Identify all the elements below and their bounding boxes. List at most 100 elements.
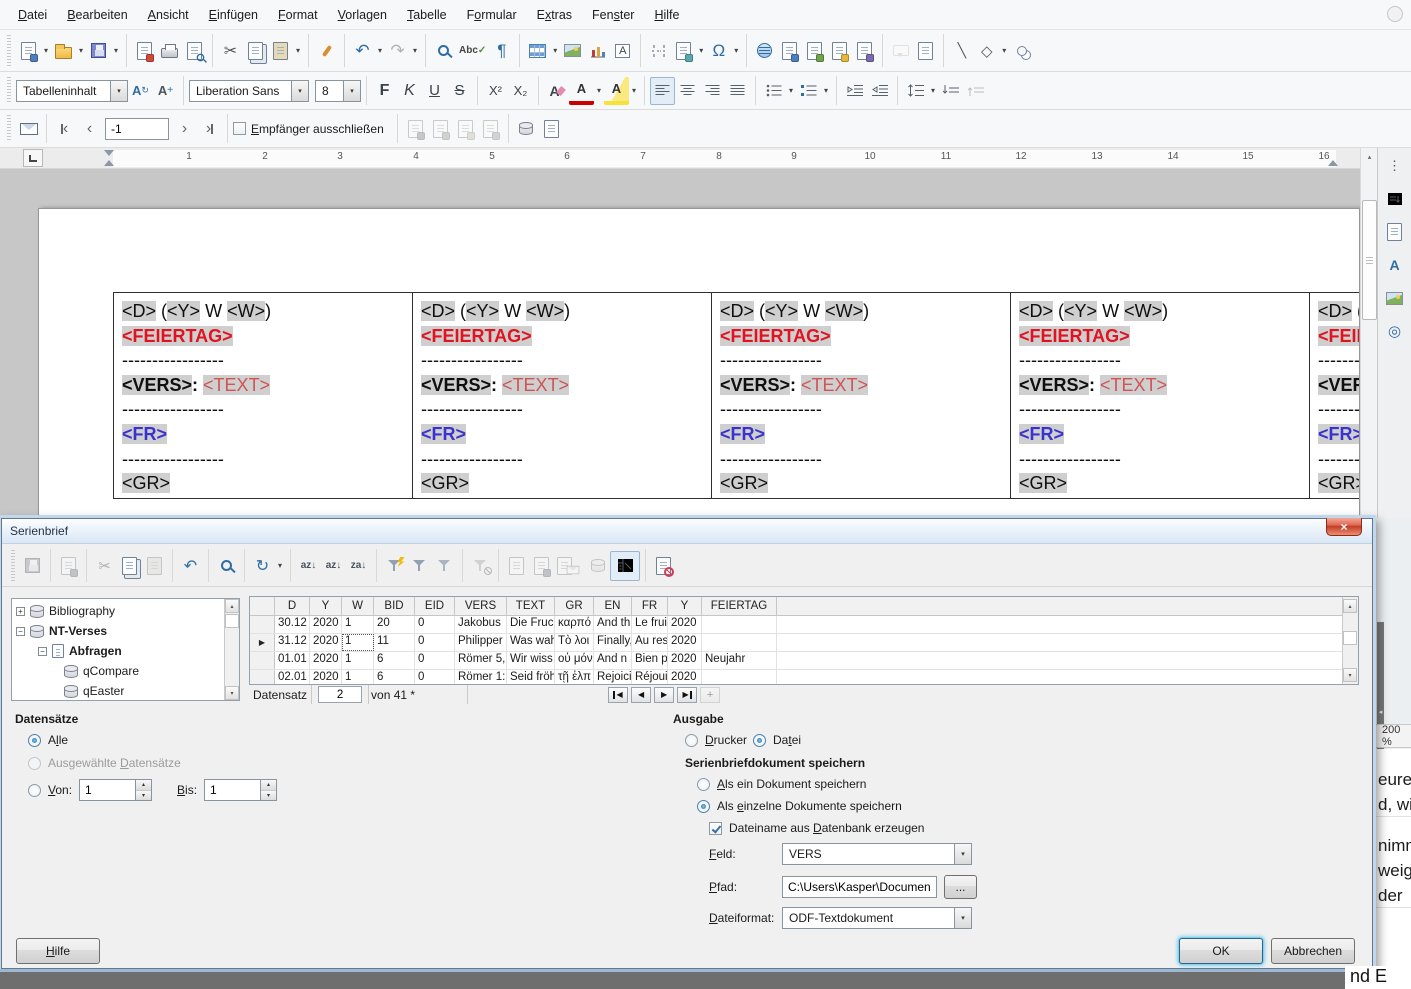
field-FEIERTAG[interactable]: <FEIERTAG>	[122, 326, 233, 346]
line-spacing-dropdown[interactable]: ▾	[928, 77, 938, 105]
field-D[interactable]: <D>	[421, 301, 455, 321]
save-record-icon[interactable]	[20, 552, 45, 580]
document-page[interactable]: <D> (<Y> W <W>) <FEIERTAG> -------------…	[38, 208, 1360, 518]
menu-vorlagen[interactable]: Vorlagen	[328, 4, 397, 26]
sidebar-navigator-icon[interactable]: ◎	[1380, 316, 1410, 346]
column-header[interactable]: FEIERTAG	[702, 597, 777, 615]
new-document-icon[interactable]	[16, 37, 41, 65]
scrollbar-thumb[interactable]	[225, 614, 239, 628]
from-input[interactable]	[79, 779, 136, 801]
merge-cell[interactable]: <D> (<Y> W <W>) <FEIERTAG> -------------…	[413, 293, 712, 498]
refresh-icon[interactable]: ↻	[250, 552, 275, 580]
spin-up-icon[interactable]: ▴	[261, 780, 276, 791]
print-icon[interactable]	[157, 37, 182, 65]
field-D[interactable]: <D>	[1019, 301, 1053, 321]
refresh-dropdown[interactable]: ▾	[275, 552, 285, 580]
insert-table-icon[interactable]	[525, 37, 550, 65]
insert-bookmark-icon[interactable]	[827, 37, 852, 65]
file-format-combo[interactable]: ODF-Textdokument▾	[782, 907, 972, 929]
paste-icon[interactable]	[142, 552, 167, 580]
previous-record-icon[interactable]: ‹	[77, 115, 102, 143]
insert-textbox-icon[interactable]: A	[610, 37, 635, 65]
last-record-icon[interactable]: ›	[197, 115, 222, 143]
font-color-icon[interactable]: A	[569, 77, 594, 105]
scroll-down-icon[interactable]: ▾	[1343, 668, 1357, 682]
row-header[interactable]	[250, 670, 275, 685]
exchange-database-icon[interactable]	[539, 115, 564, 143]
first-line-indent-marker[interactable]	[104, 150, 114, 156]
insert-endnote-icon[interactable]	[802, 37, 827, 65]
merge-cell[interactable]: <D> (<Y> W <W>) <FEIERTAG> -------------…	[114, 293, 413, 498]
data-to-text-icon[interactable]	[504, 552, 529, 580]
field-W[interactable]: <W>	[825, 301, 863, 321]
print-merged-documents-icon[interactable]	[453, 115, 478, 143]
radio-icon[interactable]	[697, 778, 710, 791]
highlight-color-dropdown[interactable]: ▾	[629, 77, 639, 105]
radio-icon[interactable]	[28, 734, 41, 747]
tree-item-qcompare[interactable]: qCompare	[16, 661, 239, 681]
menubar-corner-icon[interactable]	[1387, 6, 1403, 22]
undo-dropdown[interactable]: ▾	[375, 37, 385, 65]
dialog-close-button[interactable]: ×	[1326, 518, 1362, 536]
sidebar-page-icon[interactable]	[1380, 217, 1410, 247]
hyperlink-icon[interactable]	[752, 37, 777, 65]
insert-table-dropdown[interactable]: ▾	[550, 37, 560, 65]
merge-cell[interactable]: <D> (<Y> W <W>) <FEIERTAG> -------------…	[712, 293, 1011, 498]
tab-stop-selector[interactable]	[23, 149, 43, 167]
column-header[interactable]: EID	[415, 597, 455, 615]
reset-filter-icon[interactable]	[468, 552, 493, 580]
field-FEIERTAG[interactable]: <FEIERTAG>	[1318, 326, 1360, 346]
ok-button[interactable]: OK	[1179, 938, 1263, 964]
column-header[interactable]: GR	[555, 597, 594, 615]
numbered-list-icon[interactable]	[796, 77, 821, 105]
collapse-icon[interactable]: −	[16, 627, 25, 636]
field-Y[interactable]: <Y>	[466, 301, 499, 321]
new-document-dropdown[interactable]: ▾	[41, 37, 51, 65]
sidebar-properties-icon[interactable]	[1380, 184, 1410, 214]
subscript-icon[interactable]: X₂	[508, 77, 533, 105]
align-left-icon[interactable]	[650, 77, 675, 105]
formatting-marks-icon[interactable]: ¶	[489, 37, 514, 65]
record-number-input[interactable]	[105, 118, 169, 140]
expand-icon[interactable]: +	[16, 607, 25, 616]
field-GR[interactable]: <GR>	[421, 473, 469, 493]
explorer-on-off-icon[interactable]	[610, 551, 640, 581]
undo-icon[interactable]: ↶	[350, 37, 375, 65]
page-break-icon[interactable]	[646, 37, 671, 65]
font-color-dropdown[interactable]: ▾	[594, 77, 604, 105]
insert-comment-icon[interactable]	[888, 37, 913, 65]
column-header[interactable]: TEXT	[507, 597, 555, 615]
paste-icon[interactable]	[268, 37, 293, 65]
from-spinner[interactable]: ▴▾	[79, 779, 152, 801]
find-replace-icon[interactable]	[431, 37, 456, 65]
column-header[interactable]: Y	[310, 597, 342, 615]
cancel-button[interactable]: Abbrechen	[1271, 938, 1355, 964]
radio-icon[interactable]	[28, 784, 41, 797]
scrollbar-thumb[interactable]	[1343, 631, 1357, 645]
toolbar-grip[interactable]	[11, 550, 15, 581]
underline-icon[interactable]: U	[422, 77, 447, 105]
path-input[interactable]	[782, 876, 937, 898]
current-record-icon[interactable]: ▶	[250, 634, 275, 651]
decrease-indent-icon[interactable]	[867, 77, 892, 105]
open-icon[interactable]	[51, 37, 76, 65]
column-header[interactable]: W	[342, 597, 374, 615]
insert-line-icon[interactable]: ╲	[949, 37, 974, 65]
save-dropdown[interactable]: ▾	[111, 37, 121, 65]
menu-hilfe[interactable]: Hilfe	[644, 4, 689, 26]
insert-chart-icon[interactable]	[585, 37, 610, 65]
menu-formular[interactable]: Formular	[457, 4, 527, 26]
edit-record-icon[interactable]	[56, 552, 81, 580]
scroll-up-icon[interactable]: ▴	[225, 599, 239, 613]
table-row[interactable]: 30.1220201200JakobusDie FruclκαρπόAnd th…	[250, 616, 1358, 634]
increase-paragraph-spacing-icon[interactable]	[938, 77, 963, 105]
undo-icon[interactable]: ↶	[178, 552, 203, 580]
special-character-icon[interactable]: Ω	[706, 37, 731, 65]
to-input[interactable]	[204, 779, 261, 801]
field-VERS[interactable]: <VERS>	[122, 375, 192, 395]
radio-printer[interactable]: Drucker	[685, 733, 747, 747]
field-VERS[interactable]: <VERS>	[1318, 375, 1360, 395]
radio-save-individual[interactable]: Als einzelne Dokumente speichern	[697, 799, 902, 813]
scroll-up-icon[interactable]: ▴	[1362, 149, 1377, 164]
email-merged-documents-icon[interactable]	[478, 115, 503, 143]
